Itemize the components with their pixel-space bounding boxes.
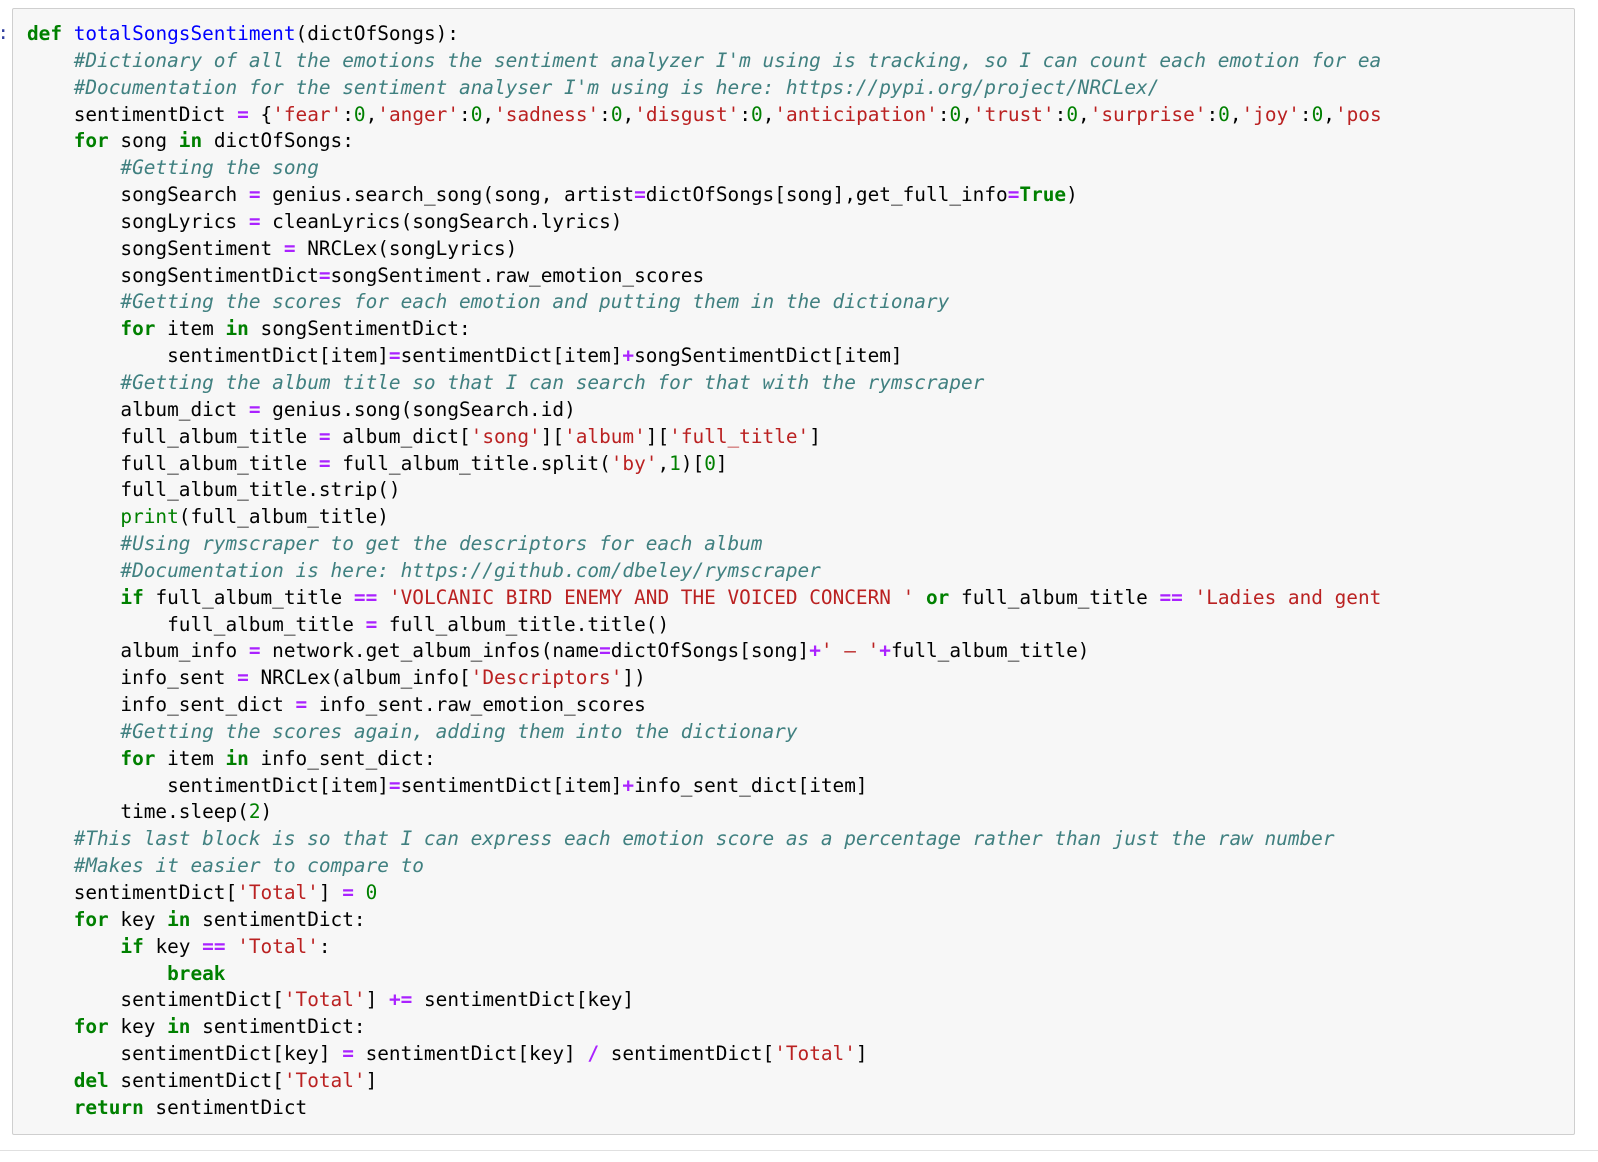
cell-input-prompt: ]: xyxy=(0,20,8,47)
page-divider xyxy=(0,1150,1598,1151)
code-cell[interactable]: def totalSongsSentiment(dictOfSongs): #D… xyxy=(12,8,1575,1135)
code-editor-content[interactable]: def totalSongsSentiment(dictOfSongs): #D… xyxy=(13,9,1382,1134)
notebook-screen: ]: def totalSongsSentiment(dictOfSongs):… xyxy=(0,0,1598,1162)
